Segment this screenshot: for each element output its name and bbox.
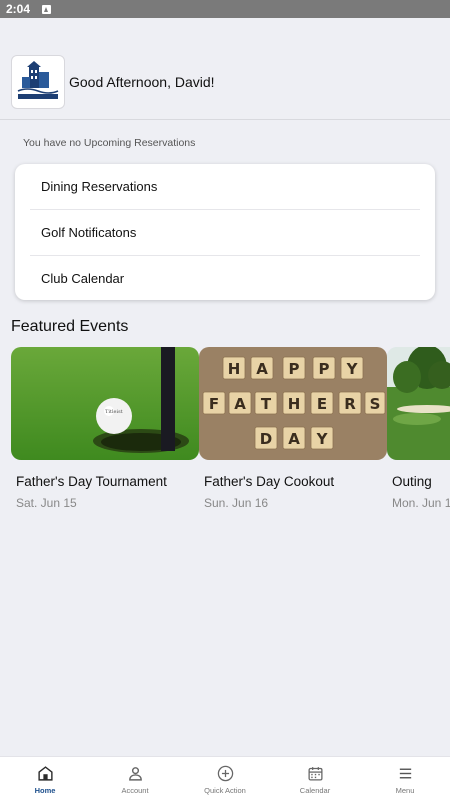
event-title: Outing <box>392 474 432 489</box>
tab-menu[interactable]: Menu <box>360 757 450 800</box>
event-date: Sun. Jun 16 <box>204 496 269 510</box>
reservations-notice: You have no Upcoming Reservations <box>23 137 196 149</box>
svg-text:D: D <box>260 430 272 448</box>
svg-text:P: P <box>319 360 330 378</box>
svg-text:T: T <box>261 395 272 413</box>
header: Good Afternoon, David! <box>11 55 215 109</box>
tab-label: Account <box>121 786 149 795</box>
tab-account[interactable]: Account <box>90 757 180 800</box>
calendar-icon <box>307 767 323 781</box>
club-logo-icon[interactable] <box>11 55 65 109</box>
event-title: Father's Day Cookout <box>204 474 335 489</box>
golf-course-image[interactable] <box>387 347 450 460</box>
svg-text:Y: Y <box>346 360 359 378</box>
status-time: 2:04 <box>6 2 31 16</box>
svg-text:H: H <box>288 395 301 413</box>
home-icon <box>37 766 53 781</box>
club-calendar-link[interactable]: Club Calendar <box>15 256 435 300</box>
quick-link-label: Golf Notificatons <box>41 225 137 240</box>
golf-notifications-link[interactable]: Golf Notificatons <box>15 210 435 255</box>
featured-events-title: Featured Events <box>11 318 129 335</box>
tab-label: Quick Action <box>204 786 246 795</box>
event-card[interactable]: HAPPY FATHERS DAY Father's Day Cookout S… <box>199 347 387 510</box>
greeting-text: Good Afternoon, David! <box>69 74 215 90</box>
svg-text:A: A <box>256 360 268 378</box>
quick-link-label: Dining Reservations <box>41 179 158 194</box>
svg-text:R: R <box>344 395 356 413</box>
svg-text:A: A <box>288 430 300 448</box>
quick-links-card: Dining Reservations Golf Notificatons Cl… <box>15 164 435 300</box>
dining-reservations-link[interactable]: Dining Reservations <box>15 164 435 209</box>
svg-text:Titleist: Titleist <box>105 409 123 415</box>
quick-link-label: Club Calendar <box>41 271 125 286</box>
event-card[interactable]: Titleist Father's Day Tournament Sat. Ju… <box>11 347 199 510</box>
event-title: Father's Day Tournament <box>16 474 167 489</box>
featured-events-carousel[interactable]: Titleist Father's Day Tournament Sat. Ju… <box>11 347 450 517</box>
event-date: Mon. Jun 17 <box>392 496 450 510</box>
tab-label: Calendar <box>299 786 331 795</box>
tab-home[interactable]: Home <box>0 757 90 800</box>
svg-text:A: A <box>234 395 246 413</box>
golf-ball-image[interactable]: Titleist <box>11 347 199 460</box>
tab-label: Menu <box>395 786 415 795</box>
tab-label: Home <box>34 786 56 795</box>
tab-quick-action[interactable]: Quick Action <box>180 757 270 800</box>
person-icon <box>128 767 142 781</box>
svg-text:H: H <box>228 360 241 378</box>
svg-text:P: P <box>289 360 300 378</box>
tab-calendar[interactable]: Calendar <box>270 757 360 800</box>
event-card[interactable]: Outing Mon. Jun 17 <box>387 347 450 510</box>
scrabble-tiles-image[interactable]: HAPPY FATHERS DAY <box>199 347 387 460</box>
status-bar: 2:04 <box>0 0 450 18</box>
event-date: Sat. Jun 15 <box>16 496 77 510</box>
svg-text:F: F <box>209 395 219 413</box>
header-divider <box>0 119 450 120</box>
bottom-tab-bar: Home Account Quick Action Calendar Menu <box>0 756 450 800</box>
a-icon <box>42 4 52 14</box>
hamburger-icon <box>399 768 411 779</box>
svg-text:E: E <box>317 395 327 413</box>
plus-circle-icon <box>217 765 233 782</box>
svg-text:Y: Y <box>316 430 329 448</box>
svg-text:S: S <box>370 395 381 413</box>
